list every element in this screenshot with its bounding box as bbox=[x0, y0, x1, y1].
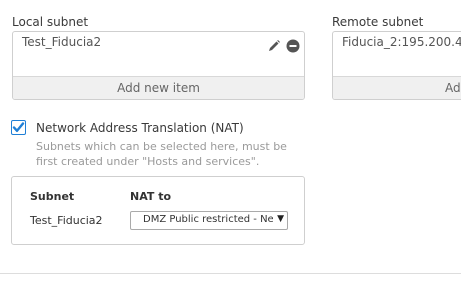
triangle-down-icon: ▼ bbox=[277, 214, 284, 224]
column-header-nat-to: NAT to bbox=[130, 190, 172, 203]
minus-circle-icon[interactable] bbox=[286, 39, 300, 53]
nat-to-select-value: DMZ Public restricted - Ne bbox=[143, 214, 273, 225]
pencil-icon[interactable] bbox=[267, 39, 281, 53]
checkmark-icon bbox=[12, 122, 25, 132]
nat-hint-text: Subnets which can be selected here, must… bbox=[36, 140, 287, 168]
remote-subnet-item[interactable]: Fiducia_2:195.200.4 bbox=[342, 35, 461, 49]
column-header-subnet: Subnet bbox=[30, 190, 75, 203]
nat-checkbox-label[interactable]: Network Address Translation (NAT) bbox=[36, 121, 244, 135]
local-subnet-item[interactable]: Test_Fiducia2 bbox=[22, 35, 101, 49]
nat-table: Subnet NAT to Test_Fiducia2 DMZ Public r… bbox=[11, 176, 305, 245]
nat-checkbox[interactable] bbox=[11, 120, 26, 135]
remote-subnet-list[interactable]: Fiducia_2:195.200.4 Add bbox=[332, 31, 461, 100]
table-row-subnet: Test_Fiducia2 bbox=[30, 214, 103, 227]
local-subnet-list[interactable]: Test_Fiducia2 Add new item bbox=[12, 31, 305, 100]
local-subnet-label: Local subnet bbox=[12, 15, 89, 29]
ipsec-network-settings: Local subnet Test_Fiducia2 Add new item … bbox=[0, 0, 461, 286]
remote-subnet-label: Remote subnet bbox=[332, 15, 424, 29]
nat-to-select[interactable]: DMZ Public restricted - Ne ▼ bbox=[130, 211, 288, 230]
section-divider bbox=[0, 273, 461, 274]
add-new-item-button[interactable]: Add new item bbox=[13, 76, 304, 99]
remote-add-new-item-button[interactable]: Add bbox=[333, 76, 461, 99]
